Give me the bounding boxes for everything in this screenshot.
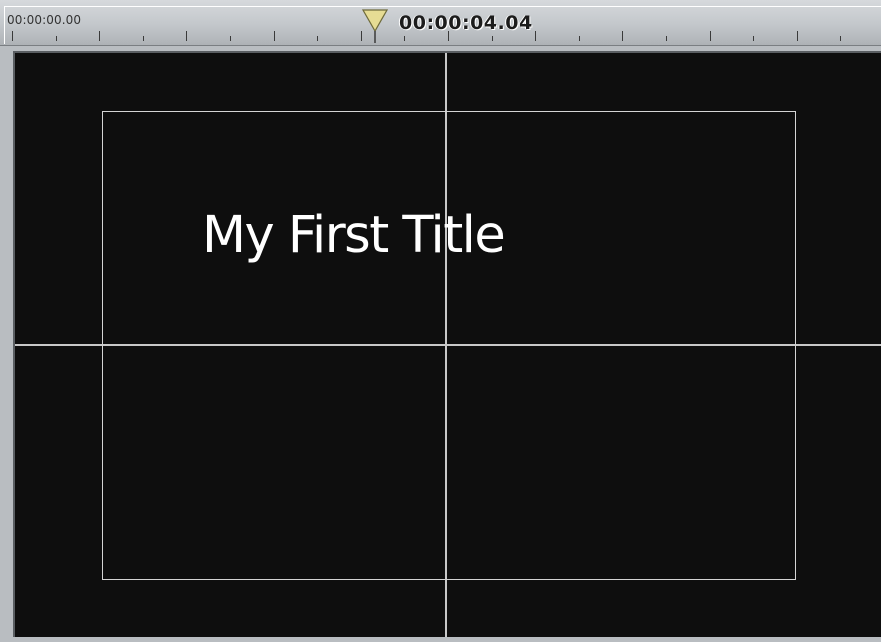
title-preview-canvas[interactable]: My First Title	[13, 51, 881, 637]
timeline-ruler[interactable]: 00:00:00.00 00:00:04.04	[0, 0, 881, 46]
ruler-tick	[317, 36, 318, 41]
current-timecode: 00:00:04.04	[399, 12, 533, 34]
ruler-tick	[579, 36, 580, 41]
ruler-tick	[404, 36, 405, 41]
ruler-tick	[710, 31, 711, 41]
ruler-start-timecode: 00:00:00.00	[7, 13, 82, 27]
ruler-tick	[230, 36, 231, 41]
title-text[interactable]: My First Title	[202, 206, 506, 265]
ruler-tick	[143, 36, 144, 41]
ruler-tick	[274, 31, 275, 41]
playhead-marker-icon[interactable]	[362, 9, 388, 43]
preview-frame: My First Title	[0, 46, 881, 642]
ruler-tick	[56, 36, 57, 41]
ruler-tick	[666, 36, 667, 41]
ruler-tick	[797, 31, 798, 41]
ruler-tick	[840, 36, 841, 41]
title-safe-area-guide	[102, 111, 796, 580]
ruler-tick	[535, 31, 536, 41]
ruler-tick	[753, 36, 754, 41]
ruler-tick	[12, 31, 13, 41]
ruler-tick	[99, 31, 100, 41]
ruler-tick	[492, 36, 493, 41]
ruler-tick	[361, 31, 362, 41]
ruler-tick	[448, 31, 449, 41]
title-editor-window: 00:00:00.00 00:00:04.04 My First Title	[0, 0, 881, 642]
ruler-tick	[186, 31, 187, 41]
ruler-tick	[622, 31, 623, 41]
